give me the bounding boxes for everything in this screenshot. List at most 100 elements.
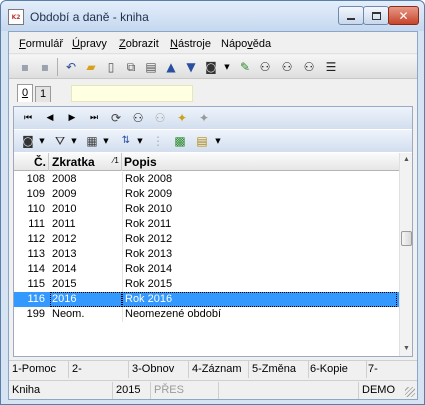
fkey-1[interactable]: 1-Pomoc: [9, 361, 69, 378]
dropdown-arrow-icon[interactable]: ▼: [210, 133, 226, 149]
undo-icon[interactable]: ↶: [63, 59, 79, 75]
client-area: Formulář Úpravy Zobrazit Nástroje Nápově…: [8, 31, 418, 400]
grid-header: Č. Zkratka ⁄1 Popis: [14, 153, 399, 171]
new-document-icon[interactable]: ▯: [103, 59, 119, 75]
menu-upravy[interactable]: Úpravy: [72, 38, 107, 50]
dropdown-arrow-icon[interactable]: ▼: [34, 133, 50, 149]
cell-number: 112: [27, 233, 45, 245]
arrow-down-icon[interactable]: ▼: [183, 59, 199, 75]
close-button[interactable]: ✕: [388, 6, 419, 25]
fkey-5[interactable]: 5-Změna: [249, 361, 309, 378]
filter-edit-icon[interactable]: ✎: [237, 59, 253, 75]
menu-bar: Formulář Úpravy Zobrazit Nástroje Nápově…: [9, 32, 417, 54]
tab-1[interactable]: 1: [35, 86, 51, 102]
menu-nastroje[interactable]: Nástroje: [170, 38, 211, 50]
column-header-number[interactable]: Č.: [34, 155, 46, 169]
status-year: 2015: [113, 382, 151, 399]
excel-export-icon[interactable]: ▩: [172, 133, 188, 149]
maximize-button[interactable]: [363, 6, 389, 25]
scroll-up-icon[interactable]: ▲: [400, 153, 413, 167]
refresh-icon[interactable]: ⟳: [108, 110, 124, 126]
fkey-3[interactable]: 3-Obnov: [129, 361, 189, 378]
column-header-zkratka[interactable]: Zkratka: [52, 155, 95, 169]
cell-number: 114: [27, 263, 45, 275]
table-row[interactable]: 111 2011 Rok 2011: [14, 217, 399, 232]
menu-formular[interactable]: Formulář: [19, 38, 63, 50]
toolbar-separator: [57, 58, 58, 76]
dropdown-arrow-icon[interactable]: ▼: [132, 133, 148, 149]
add-star-icon[interactable]: ✦: [174, 110, 190, 126]
dropdown-arrow-icon[interactable]: ▼: [219, 59, 235, 75]
save-icon[interactable]: ▪: [17, 59, 33, 75]
table-row[interactable]: 108 2008 Rok 2008: [14, 172, 399, 187]
column-separator[interactable]: [121, 153, 122, 171]
cell-zkratka: 2015: [52, 278, 77, 290]
dropdown-arrow-icon[interactable]: ▼: [66, 133, 82, 149]
cell-popis: Rok 2016: [122, 292, 397, 307]
navigation-toolbar: ⏮ ◀ ▶ ⏭ ⟳ ⚇ ⚇ ✦ ✦: [14, 107, 412, 129]
cell-popis: Rok 2010: [122, 202, 397, 217]
column-header-popis[interactable]: Popis: [124, 155, 157, 169]
table-row-selected[interactable]: 116 2016 Rok 2016: [14, 292, 399, 307]
scroll-down-icon[interactable]: ▼: [400, 342, 413, 356]
cell-number: 109: [26, 188, 45, 200]
group-icon[interactable]: ⋮: [150, 133, 166, 149]
cell-number: 108: [26, 173, 45, 185]
save-as-icon[interactable]: ▪: [37, 59, 53, 75]
last-record-icon[interactable]: ⏭: [86, 110, 102, 126]
cell-zkratka: 2014: [52, 263, 77, 275]
fkey-7[interactable]: 7-: [365, 361, 417, 378]
previous-record-icon[interactable]: ◀: [42, 110, 58, 126]
minimize-button[interactable]: [338, 6, 364, 25]
sort-indicator-icon: ⁄1: [113, 156, 119, 165]
copy-icon[interactable]: ⧉: [123, 59, 139, 75]
quick-filter-field[interactable]: [71, 85, 193, 102]
table-row[interactable]: 115 2015 Rok 2015: [14, 277, 399, 292]
vertical-scrollbar[interactable]: ▲ ▼: [399, 153, 412, 356]
menu-zobrazit[interactable]: Zobrazit: [119, 38, 159, 50]
cell-zkratka: 2008: [52, 173, 77, 185]
search-icon[interactable]: ⚇: [130, 110, 146, 126]
tab-row: 0 1: [9, 82, 417, 104]
book-icon[interactable]: ▤: [143, 59, 159, 75]
menu-napoveda[interactable]: Nápověda: [221, 38, 271, 50]
menu-lines-icon[interactable]: ☰: [323, 59, 339, 75]
cell-popis: Rok 2009: [122, 187, 397, 202]
cell-popis: Rok 2015: [122, 277, 397, 292]
table-row[interactable]: 113 2013 Rok 2013: [14, 247, 399, 262]
app-icon[interactable]: K2: [8, 9, 24, 25]
camera-icon[interactable]: ◙: [203, 59, 219, 75]
open-folder-icon[interactable]: ▰: [83, 59, 99, 75]
find-next-icon[interactable]: ⚇: [279, 59, 295, 75]
cell-zkratka: 2009: [52, 188, 77, 200]
table-row[interactable]: 109 2009 Rok 2009: [14, 187, 399, 202]
table-row[interactable]: 112 2012 Rok 2012: [14, 232, 399, 247]
arrow-up-icon[interactable]: ▲: [163, 59, 179, 75]
column-separator[interactable]: [48, 153, 49, 171]
table-row[interactable]: 114 2014 Rok 2014: [14, 262, 399, 277]
scroll-thumb[interactable]: [401, 231, 412, 246]
find-previous-icon[interactable]: ⚇: [301, 59, 317, 75]
function-key-bar: 1-Pomoc 2- 3-Obnov 4-Záznam 5-Změna 6-Ko…: [9, 360, 417, 378]
app-icon-text: K2: [11, 13, 21, 21]
status-empty: [219, 382, 359, 399]
resize-grip-icon[interactable]: [405, 387, 415, 397]
search-disabled-icon[interactable]: ⚇: [152, 110, 168, 126]
table-row[interactable]: 199 Neom. Neomezené období: [14, 307, 399, 322]
status-module: Kniha: [9, 382, 113, 399]
dropdown-arrow-icon[interactable]: ▼: [98, 133, 114, 149]
cell-popis: Rok 2008: [122, 172, 397, 187]
title-bar[interactable]: K2 Období a daně - kniha ✕: [1, 1, 424, 31]
binoculars-icon[interactable]: ⚇: [257, 59, 273, 75]
report-icon[interactable]: ▤: [194, 133, 210, 149]
status-mode: PŘES: [151, 382, 219, 399]
cell-zkratka: 2016: [50, 292, 122, 307]
first-record-icon[interactable]: ⏮: [20, 110, 36, 126]
tab-0[interactable]: 0: [17, 84, 33, 102]
fkey-6[interactable]: 6-Kopie: [307, 361, 367, 378]
remove-star-icon[interactable]: ✦: [196, 110, 212, 126]
next-record-icon[interactable]: ▶: [64, 110, 80, 126]
table-row[interactable]: 110 2010 Rok 2010: [14, 202, 399, 217]
fkey-4[interactable]: 4-Záznam: [189, 361, 249, 378]
fkey-2[interactable]: 2-: [69, 361, 129, 378]
